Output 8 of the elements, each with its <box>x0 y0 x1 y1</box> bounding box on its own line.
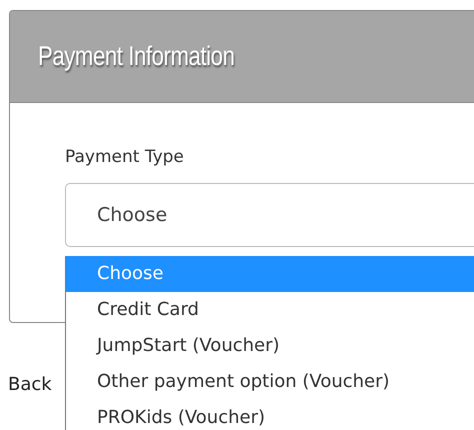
field-label: Payment Type <box>65 147 184 167</box>
back-link[interactable]: Back <box>8 374 52 395</box>
panel-title: Payment Information <box>38 41 234 72</box>
dropdown-option[interactable]: PROKids (Voucher) <box>66 400 474 430</box>
dropdown-option[interactable]: JumpStart (Voucher) <box>66 328 474 364</box>
dropdown-option[interactable]: Other payment option (Voucher) <box>66 364 474 400</box>
payment-type-select[interactable]: Choose <box>65 183 474 247</box>
dropdown-option[interactable]: Credit Card <box>66 292 474 328</box>
